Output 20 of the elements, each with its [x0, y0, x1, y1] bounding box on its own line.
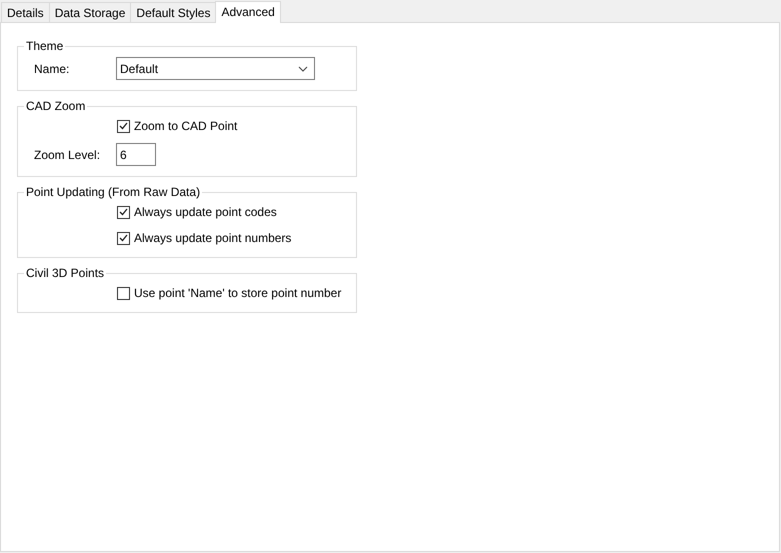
checkbox[interactable]: Use point 'Name' to store point number: [117, 286, 342, 300]
input-field[interactable]: 6: [116, 143, 156, 166]
group-title: Point Updating (From Raw Data): [25, 185, 202, 199]
checkbox[interactable]: Zoom to CAD Point: [117, 119, 238, 133]
tab[interactable]: Advanced: [215, 1, 281, 23]
theme-dropdown[interactable]: Default: [116, 57, 315, 80]
tab[interactable]: Data Storage: [48, 2, 132, 22]
tab[interactable]: Details: [1, 2, 50, 22]
field-label: Zoom Level:: [33, 148, 102, 162]
group-title: Civil 3D Points: [25, 266, 106, 280]
checkmark-icon: [119, 208, 128, 216]
group-title: Theme: [25, 39, 64, 53]
tab[interactable]: Default Styles: [130, 2, 216, 22]
chevron-down-icon: [298, 66, 308, 72]
checkbox[interactable]: Always update point codes: [117, 205, 277, 219]
group-title: CAD Zoom: [25, 99, 86, 113]
checkbox[interactable]: Always update point numbers: [117, 231, 292, 245]
checkmark-icon: [119, 122, 128, 130]
checkmark-icon: [119, 234, 128, 242]
field-label: Name:: [33, 62, 70, 76]
